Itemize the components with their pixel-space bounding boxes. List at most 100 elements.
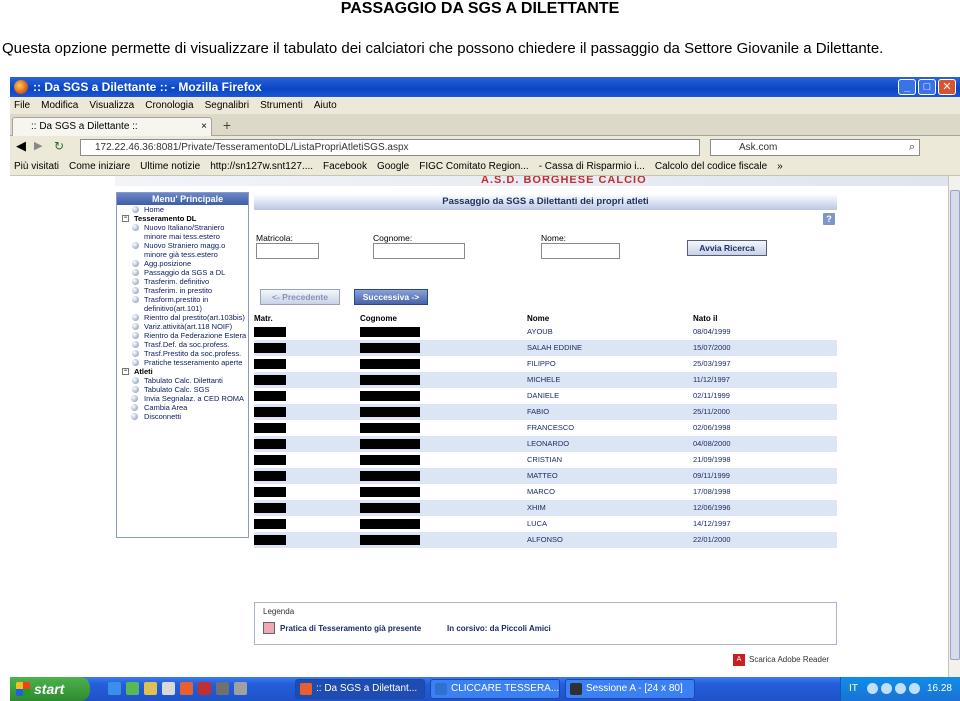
sidebar-item-home[interactable]: Home	[117, 205, 248, 214]
sidebar-item-nuovo-italiano[interactable]: Nuovo Italiano/Straniero minore mai tess…	[117, 223, 248, 241]
bookmark-hotmail[interactable]: http://sn127w.snt127....	[210, 161, 313, 172]
minimize-button[interactable]: _	[898, 79, 916, 95]
sidebar-item-trasferim-prestito[interactable]: Trasferim. in prestito	[117, 286, 248, 295]
language-indicator[interactable]: IT	[849, 683, 858, 694]
sidebar-item-nuovo-straniero[interactable]: Nuovo Straniero magg.o minore già tess.e…	[117, 241, 248, 259]
window-titlebar[interactable]: :: Da SGS a Dilettante :: - Mozilla Fire…	[10, 77, 960, 97]
sidebar-item-agg-posizione[interactable]: Agg.posizione	[117, 259, 248, 268]
bookmark-google[interactable]: Google	[377, 161, 409, 172]
tab-da-sgs[interactable]: :: Da SGS a Dilettante :: ×	[12, 117, 212, 136]
task-firefox[interactable]: :: Da SGS a Dilettant...	[295, 679, 425, 699]
close-button[interactable]: ✕	[938, 79, 956, 95]
collapse-icon[interactable]: −	[122, 368, 129, 375]
table-row[interactable]: AYOUB 08/04/1999	[254, 324, 837, 340]
sidebar-item-invia-segnalaz[interactable]: Invia Segnalaz. a CED ROMA	[117, 394, 248, 403]
collapse-icon[interactable]: −	[122, 215, 129, 222]
sidebar-item-disconnetti[interactable]: Disconnetti	[117, 412, 248, 421]
quicklaunch-app-icon[interactable]	[162, 682, 175, 695]
tab-close-icon[interactable]: ×	[201, 118, 207, 136]
cognome-input[interactable]	[373, 243, 465, 259]
task-cliccare-tessera[interactable]: CLICCARE TESSERA...	[430, 679, 560, 699]
table-row[interactable]: FRANCESCO 02/06/1998	[254, 420, 837, 436]
menu-visualizza[interactable]: Visualizza	[89, 100, 134, 111]
table-row[interactable]: LUCA 14/12/1997	[254, 516, 837, 532]
table-row[interactable]: FILIPPO 25/03/1997	[254, 356, 837, 372]
table-row[interactable]: CRISTIAN 21/09/1998	[254, 452, 837, 468]
tray-icon[interactable]	[895, 683, 906, 694]
table-row[interactable]: DANIELE 02/11/1999	[254, 388, 837, 404]
sidebar-item-rientro-federazione[interactable]: Rientro da Federazione Estera	[117, 331, 248, 340]
sidebar-item-tabulato-sgs[interactable]: Tabulato Calc. SGS	[117, 385, 248, 394]
sidebar-item-passaggio-sgs-dl[interactable]: Passaggio da SGS a DL	[117, 268, 248, 277]
quicklaunch-folder-icon[interactable]	[144, 682, 157, 695]
quicklaunch-ie-icon[interactable]	[108, 682, 121, 695]
bookmarks-overflow-icon[interactable]: »	[777, 161, 783, 172]
sidebar-item-cambia-area[interactable]: Cambia Area	[117, 403, 248, 412]
bookmarks-toolbar: Più visitati Come iniziare Ultime notizi…	[10, 158, 960, 176]
bookmark-figc[interactable]: FIGC Comitato Region...	[419, 161, 528, 172]
redacted-matr	[254, 439, 286, 449]
table-row[interactable]: MATTEO 09/11/1999	[254, 468, 837, 484]
sidebar-item-trasf-def-profess[interactable]: Trasf.Def. da soc.profess.	[117, 340, 248, 349]
vertical-scrollbar[interactable]	[948, 176, 960, 677]
bookmark-cassa-risparmio[interactable]: - Cassa di Risparmio i...	[539, 161, 645, 172]
start-button[interactable]: start	[10, 677, 90, 701]
tray-icon[interactable]	[867, 683, 878, 694]
sidebar-item-tabulato-dilettanti[interactable]: Tabulato Calc. Dilettanti	[117, 376, 248, 385]
maximize-button[interactable]: □	[918, 79, 936, 95]
quicklaunch-desktop-icon[interactable]	[126, 682, 139, 695]
clock[interactable]: 16.28	[927, 683, 952, 694]
reload-icon[interactable]: ↻	[54, 139, 64, 153]
successiva-button[interactable]: Successiva ->	[354, 289, 428, 305]
cell-nome: FABIO	[527, 407, 550, 416]
redacted-cognome	[360, 439, 420, 449]
menu-strumenti[interactable]: Strumenti	[260, 100, 303, 111]
menu-aiuto[interactable]: Aiuto	[314, 100, 337, 111]
scrollbar-thumb[interactable]	[950, 190, 960, 660]
help-icon[interactable]: ?	[823, 213, 835, 225]
sidebar-item-trasform-prestito[interactable]: Trasform.prestito in definitivo(art.101)	[117, 295, 248, 313]
adobe-reader-link[interactable]: A Scarica Adobe Reader	[733, 654, 829, 666]
quicklaunch-tool-icon[interactable]	[216, 682, 229, 695]
tray-icon[interactable]	[881, 683, 892, 694]
quicklaunch-firefox-icon[interactable]	[180, 682, 193, 695]
redacted-cognome	[360, 535, 420, 545]
precedente-button[interactable]: <- Precedente	[260, 289, 340, 305]
new-tab-button[interactable]: +	[218, 118, 236, 134]
bookmark-come-iniziare[interactable]: Come iniziare	[69, 161, 130, 172]
table-row[interactable]: MICHELE 11/12/1997	[254, 372, 837, 388]
menu-segnalibri[interactable]: Segnalibri	[205, 100, 249, 111]
tray-icon[interactable]	[909, 683, 920, 694]
matricola-input[interactable]	[256, 243, 319, 259]
menu-modifica[interactable]: Modifica	[41, 100, 78, 111]
menu-cronologia[interactable]: Cronologia	[145, 100, 193, 111]
forward-icon[interactable]: ▶	[34, 139, 42, 152]
table-row[interactable]: LEONARDO 04/08/2000	[254, 436, 837, 452]
bookmark-codice-fiscale[interactable]: Calcolo del codice fiscale	[655, 161, 767, 172]
table-row[interactable]: MARCO 17/08/1998	[254, 484, 837, 500]
back-icon[interactable]: ◀	[16, 138, 26, 154]
sidebar-item-trasf-prestito-profess[interactable]: Trasf.Prestito da soc.profess.	[117, 349, 248, 358]
sidebar-item-rientro-prestito[interactable]: Rientro dal prestito(art.103bis)	[117, 313, 248, 322]
url-bar[interactable]: 172.22.46.36:8081/Private/TesseramentoDL…	[80, 139, 700, 156]
sidebar-section-atleti[interactable]: − Atleti	[117, 367, 248, 376]
avvia-ricerca-button[interactable]: Avvia Ricerca	[687, 240, 767, 256]
sidebar-item-variz-attivita[interactable]: Variz.attività(art.118 NOIF)	[117, 322, 248, 331]
table-row[interactable]: ALFONSO 22/01/2000	[254, 532, 837, 548]
table-row[interactable]: FABIO 25/11/2000	[254, 404, 837, 420]
sidebar-section-tesseramento[interactable]: − Tesseramento DL	[117, 214, 248, 223]
bookmark-ultime-notizie[interactable]: Ultime notizie	[140, 161, 200, 172]
nome-input[interactable]	[541, 243, 620, 259]
bookmark-facebook[interactable]: Facebook	[323, 161, 367, 172]
sidebar-item-pratiche-aperte[interactable]: Pratiche tesseramento aperte	[117, 358, 248, 367]
bookmark-piu-visitati[interactable]: Più visitati	[14, 161, 59, 172]
quicklaunch-media-icon[interactable]	[198, 682, 211, 695]
search-box[interactable]: Ask.com ⌕	[710, 139, 920, 156]
table-row[interactable]: SALAH EDDINE 15/07/2000	[254, 340, 837, 356]
quicklaunch-more-icon[interactable]	[234, 682, 247, 695]
search-icon[interactable]: ⌕	[909, 140, 915, 155]
sidebar-item-trasferim-definitivo[interactable]: Trasferim. definitivo	[117, 277, 248, 286]
task-sessione-a[interactable]: Sessione A - [24 x 80]	[565, 679, 695, 699]
menu-file[interactable]: File	[14, 100, 30, 111]
table-row[interactable]: XHIM 12/06/1996	[254, 500, 837, 516]
